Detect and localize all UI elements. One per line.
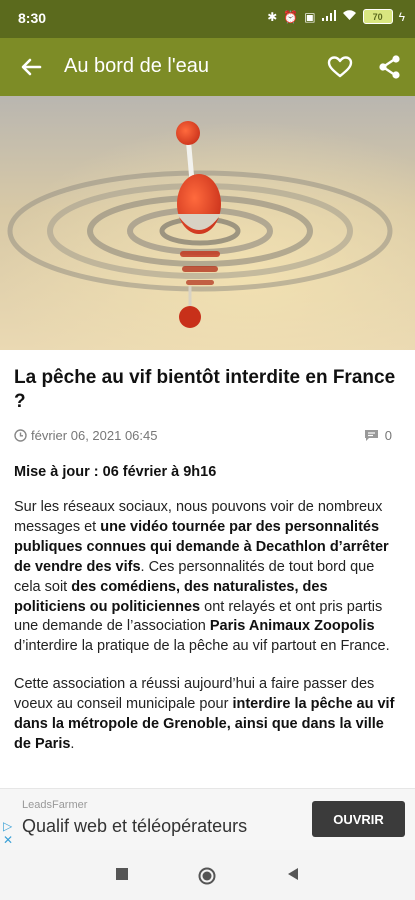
share-icon[interactable]	[376, 53, 404, 81]
status-bar: 8:30 ✱ ⏰ ▣ 70 ϟ	[0, 0, 415, 38]
square-icon[interactable]	[115, 867, 129, 881]
ad-choices-icon[interactable]: ▷ ✕	[3, 819, 13, 847]
heart-icon[interactable]	[326, 53, 354, 81]
ad-open-button[interactable]: OUVRIR	[312, 801, 405, 837]
battery-icon: 70	[362, 9, 393, 24]
bluetooth-icon: ✱	[267, 9, 278, 24]
ad-banner[interactable]: LeadsFarmer ▷ ✕ Qualif web et téléopérate…	[0, 788, 415, 851]
article-date: février 06, 2021 06:45	[14, 428, 157, 443]
article-paragraph: Sur les réseaux sociaux, nous pouvons vo…	[14, 498, 402, 657]
article-headline: La pêche au vif bientôt interdite en Fra…	[14, 367, 396, 412]
comments-link[interactable]: 0	[364, 428, 392, 443]
ad-text: Qualif web et téléopérateurs	[22, 816, 248, 836]
article-hero-image	[0, 96, 415, 350]
signal-icon	[321, 9, 336, 24]
triangle-back-icon[interactable]	[286, 867, 300, 881]
bold-text-segment: Paris Animaux Zoopolis	[209, 618, 375, 635]
comment-icon	[364, 430, 378, 441]
status-time: 8:30	[18, 10, 47, 26]
status-icons: ✱ ⏰ ▣ 70 ϟ	[267, 9, 405, 24]
update-notice: Mise à jour : 06 février à 9h16	[14, 464, 217, 480]
nfc-icon: ▣	[304, 9, 316, 24]
fishing-float-illustration	[0, 96, 415, 350]
app-toolbar: Au bord de l'eau	[0, 38, 415, 96]
text-segment: .	[70, 735, 75, 752]
clock-icon	[14, 429, 27, 442]
article-meta: février 06, 2021 06:45 0	[14, 428, 402, 446]
arrow-left-icon[interactable]	[16, 52, 46, 82]
ad-advertiser: LeadsFarmer	[22, 799, 88, 811]
wifi-icon	[342, 9, 357, 24]
circle-home-icon[interactable]	[198, 867, 216, 885]
comment-count: 0	[384, 428, 392, 443]
article: La pêche au vif bientôt interdite en Fra…	[14, 358, 402, 755]
system-nav-bar	[0, 850, 415, 900]
article-paragraph: Cette association a réussi aujourd’hui a…	[14, 675, 402, 755]
charging-icon: ϟ	[398, 9, 405, 24]
page-title: Au bord de l'eau	[64, 55, 210, 77]
text-segment: d’interdire la pratique de la pêche au v…	[14, 638, 390, 655]
alarm-icon: ⏰	[283, 9, 299, 24]
article-date-text: février 06, 2021 06:45	[31, 428, 158, 443]
